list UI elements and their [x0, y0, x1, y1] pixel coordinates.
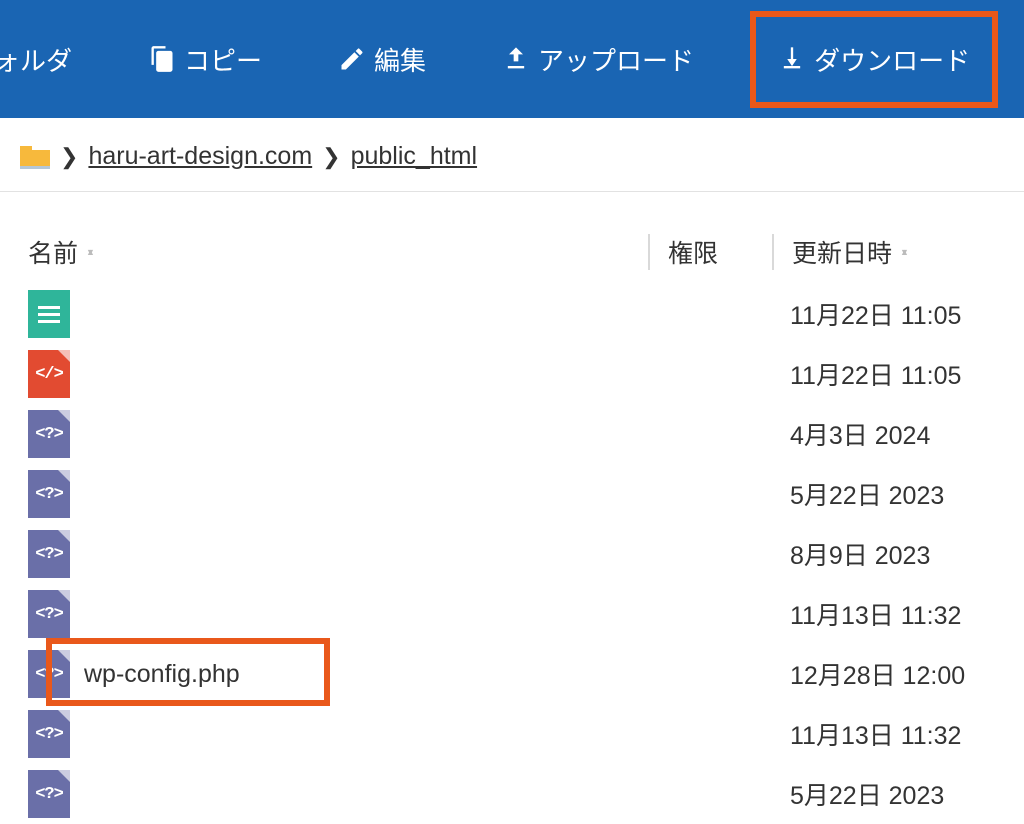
folder-button-label: フォルダ — [0, 41, 72, 78]
column-header-name[interactable]: 名前 ▲▼ — [28, 234, 648, 270]
php-file-icon: <?> — [28, 650, 70, 698]
file-list: 名前 ▲▼ 権限 更新日時 ▲▼ 11月22日 11:05 </> 11月22日 1… — [0, 192, 1024, 824]
copy-icon — [148, 45, 176, 73]
edit-button[interactable]: 編集 — [318, 31, 446, 88]
cell-name: <?> wp-config.php — [28, 650, 648, 698]
download-button-label: ダウンロード — [814, 41, 970, 78]
chevron-right-icon: ❯ — [60, 144, 78, 170]
pencil-icon — [338, 45, 366, 73]
php-file-icon: <?> — [28, 710, 70, 758]
cell-name: <?> — [28, 410, 648, 458]
php-file-icon: <?> — [28, 770, 70, 818]
php-file-icon: <?> — [28, 410, 70, 458]
table-row[interactable]: 11月22日 11:05 — [28, 284, 1024, 344]
cell-date: 11月13日 11:32 — [772, 596, 1024, 632]
upload-icon — [502, 45, 530, 73]
cell-name — [28, 290, 648, 338]
download-button[interactable]: ダウンロード — [750, 11, 998, 108]
table-row[interactable]: <?> 4月3日 2024 — [28, 404, 1024, 464]
cell-name: <?> — [28, 770, 648, 818]
cell-date: 11月22日 11:05 — [772, 296, 1024, 332]
cell-name: <?> — [28, 530, 648, 578]
download-icon — [778, 45, 806, 73]
cell-name: <?> — [28, 590, 648, 638]
chevron-right-icon: ❯ — [322, 144, 340, 170]
cell-date: 5月22日 2023 — [772, 776, 1024, 812]
table-row[interactable]: <?> 5月22日 2023 — [28, 464, 1024, 524]
table-row[interactable]: <?> 5月22日 2023 — [28, 764, 1024, 824]
cell-name: <?> — [28, 710, 648, 758]
php-file-icon: <?> — [28, 590, 70, 638]
breadcrumb: ❯ haru-art-design.com ❯ public_html — [0, 118, 1024, 192]
table-row[interactable]: <?> wp-config.php 12月28日 12:00 — [28, 644, 1024, 704]
file-name-label: wp-config.php — [84, 660, 240, 689]
breadcrumb-domain[interactable]: haru-art-design.com — [88, 142, 312, 171]
cell-date: 8月9日 2023 — [772, 536, 1024, 572]
cell-date: 11月13日 11:32 — [772, 716, 1024, 752]
php-file-icon: <?> — [28, 470, 70, 518]
table-row[interactable]: <?> 8月9日 2023 — [28, 524, 1024, 584]
copy-button[interactable]: コピー — [128, 31, 282, 88]
column-headers: 名前 ▲▼ 権限 更新日時 ▲▼ — [28, 192, 1024, 284]
breadcrumb-folder[interactable]: public_html — [351, 142, 477, 171]
table-row[interactable]: <?> 11月13日 11:32 — [28, 584, 1024, 644]
table-row[interactable]: </> 11月22日 11:05 — [28, 344, 1024, 404]
column-header-perm-label: 権限 — [668, 240, 718, 268]
cell-name: </> — [28, 350, 648, 398]
cell-date: 4月3日 2024 — [772, 416, 1024, 452]
upload-button-label: アップロード — [538, 41, 694, 78]
column-header-date-label: 更新日時 — [792, 234, 892, 270]
cell-name: <?> — [28, 470, 648, 518]
table-row[interactable]: <?> 11月13日 11:32 — [28, 704, 1024, 764]
edit-button-label: 編集 — [374, 41, 426, 78]
column-header-name-label: 名前 — [28, 234, 78, 270]
home-folder-icon[interactable] — [20, 144, 50, 170]
cell-date: 11月22日 11:05 — [772, 356, 1024, 392]
cell-date: 5月22日 2023 — [772, 476, 1024, 512]
php-file-icon: <?> — [28, 530, 70, 578]
toolbar: フォルダ コピー 編集 アップロード ダウンロード — [0, 0, 1024, 118]
upload-button[interactable]: アップロード — [482, 31, 714, 88]
folder-button[interactable]: フォルダ — [0, 31, 92, 88]
html-file-icon: </> — [28, 350, 70, 398]
cell-date: 12月28日 12:00 — [772, 656, 1024, 692]
copy-button-label: コピー — [184, 41, 262, 78]
column-header-permissions[interactable]: 権限 — [648, 234, 772, 270]
column-header-date[interactable]: 更新日時 ▲▼ — [772, 234, 1024, 270]
text-file-icon — [28, 290, 70, 338]
